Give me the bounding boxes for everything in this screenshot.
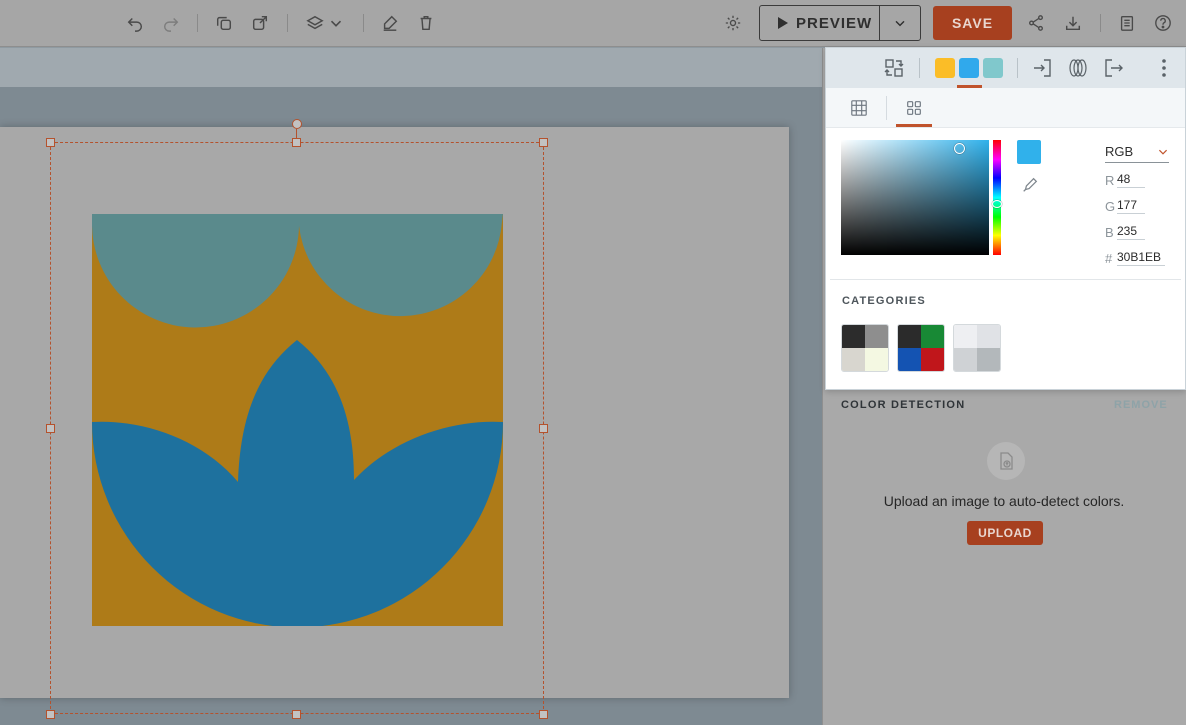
notes-icon[interactable]: [1116, 12, 1138, 34]
hex-field[interactable]: # 30B1EB: [1105, 248, 1165, 268]
toolbar-separator: [363, 14, 364, 32]
saturation-value-field[interactable]: [841, 140, 989, 255]
rotate-handle[interactable]: [292, 119, 302, 129]
palette-swatch: [842, 325, 865, 348]
download-icon[interactable]: [1062, 12, 1084, 34]
palette-category-1[interactable]: [841, 324, 889, 372]
green-channel-input[interactable]: 177: [1117, 198, 1145, 214]
canvas-top-strip: [0, 48, 822, 87]
grid-view-icon: [851, 100, 867, 116]
theme-swatch-3[interactable]: [983, 58, 1003, 78]
selection-box: [50, 142, 544, 714]
loop-animation-icon[interactable]: [1066, 56, 1090, 80]
palette-swatch: [921, 325, 944, 348]
resize-handle-bottom[interactable]: [292, 710, 301, 719]
resize-handle-top-right[interactable]: [539, 138, 548, 147]
resize-handle-bottom-left[interactable]: [46, 710, 55, 719]
image-upload-icon: [987, 442, 1025, 480]
blue-channel-input[interactable]: 235: [1117, 224, 1145, 240]
blue-channel-field[interactable]: B 235: [1105, 222, 1145, 242]
hue-slider-handle[interactable]: [992, 200, 1002, 208]
picker-tabs: [826, 88, 1185, 128]
palette-swatch: [898, 325, 921, 348]
blue-channel-label: B: [1105, 224, 1114, 240]
toolbar-separator: [1100, 14, 1101, 32]
color-picker-popup: RGB R 48 G 177 B 235 # 30B1EB CATEGORIES: [825, 47, 1186, 390]
palette-category-3[interactable]: [953, 324, 1001, 372]
categories-title: CATEGORIES: [842, 295, 926, 307]
swap-icon[interactable]: [882, 56, 906, 80]
tab-grid-view[interactable]: [849, 98, 869, 118]
palette-swatch: [954, 325, 977, 348]
layers-icon[interactable]: [304, 12, 326, 34]
upload-button[interactable]: UPLOAD: [967, 521, 1043, 545]
preview-main-button[interactable]: PREVIEW: [760, 6, 880, 40]
palette-swatch: [865, 348, 888, 371]
color-detection-title: COLOR DETECTION: [841, 399, 966, 411]
settings-icon[interactable]: [722, 12, 744, 34]
palette-swatch: [865, 325, 888, 348]
tab-swatches-view[interactable]: [904, 98, 924, 118]
resize-handle-left[interactable]: [46, 424, 55, 433]
green-channel-field[interactable]: G 177: [1105, 196, 1145, 216]
hex-label: #: [1105, 250, 1113, 266]
play-icon: [778, 17, 788, 29]
preview-button[interactable]: PREVIEW: [759, 5, 921, 41]
popup-toolbar: [826, 48, 1185, 88]
theme-swatch-2[interactable]: [959, 58, 979, 78]
exit-animation-icon[interactable]: [1102, 56, 1126, 80]
palette-swatch: [977, 325, 1000, 348]
color-detection-message: Upload an image to auto-detect colors.: [883, 493, 1125, 509]
active-tab-indicator: [896, 124, 932, 127]
chevron-down-icon[interactable]: [327, 12, 345, 34]
save-button[interactable]: SAVE: [933, 6, 1012, 40]
palette-swatch: [977, 348, 1000, 371]
color-mode-select[interactable]: RGB: [1105, 141, 1169, 163]
copy-to-icon[interactable]: [249, 12, 271, 34]
palette-swatch: [842, 348, 865, 371]
chevron-down-icon: [1158, 149, 1168, 155]
popup-divider: [830, 279, 1181, 280]
redo-icon[interactable]: [160, 12, 182, 34]
palette-swatch: [921, 348, 944, 371]
chevron-down-icon: [895, 20, 905, 27]
resize-handle-top[interactable]: [292, 138, 301, 147]
help-icon[interactable]: [1152, 12, 1174, 34]
swatches-view-icon: [907, 101, 921, 115]
toolbar-separator: [287, 14, 288, 32]
red-channel-field[interactable]: R 48: [1105, 170, 1145, 190]
green-channel-label: G: [1105, 198, 1116, 214]
resize-handle-bottom-right[interactable]: [539, 710, 548, 719]
eyedropper-icon[interactable]: [1021, 176, 1039, 194]
palette-swatch: [954, 348, 977, 371]
enter-animation-icon[interactable]: [1030, 56, 1054, 80]
resize-handle-top-left[interactable]: [46, 138, 55, 147]
preview-options-button[interactable]: [880, 15, 920, 31]
popup-separator: [1017, 58, 1018, 78]
hue-slider[interactable]: [993, 140, 1001, 255]
top-toolbar: PREVIEW SAVE: [0, 0, 1186, 47]
red-channel-input[interactable]: 48: [1117, 172, 1145, 188]
color-mode-value: RGB: [1105, 144, 1134, 159]
more-options-icon[interactable]: [1152, 56, 1176, 80]
share-icon[interactable]: [1025, 12, 1047, 34]
popup-separator: [919, 58, 920, 78]
remove-button[interactable]: REMOVE: [1114, 399, 1168, 411]
preview-label: PREVIEW: [796, 14, 873, 32]
undo-icon[interactable]: [124, 12, 146, 34]
hex-input[interactable]: 30B1EB: [1117, 250, 1165, 266]
red-channel-label: R: [1105, 172, 1115, 188]
resize-handle-right[interactable]: [539, 424, 548, 433]
palette-category-2[interactable]: [897, 324, 945, 372]
current-color-swatch: [1017, 140, 1041, 164]
toolbar-separator: [197, 14, 198, 32]
duplicate-icon[interactable]: [213, 12, 235, 34]
tab-separator: [886, 96, 887, 120]
palette-swatch: [898, 348, 921, 371]
delete-icon[interactable]: [415, 12, 437, 34]
saturation-value-pointer[interactable]: [954, 143, 965, 154]
theme-swatch-1[interactable]: [935, 58, 955, 78]
clear-format-icon[interactable]: [379, 12, 401, 34]
